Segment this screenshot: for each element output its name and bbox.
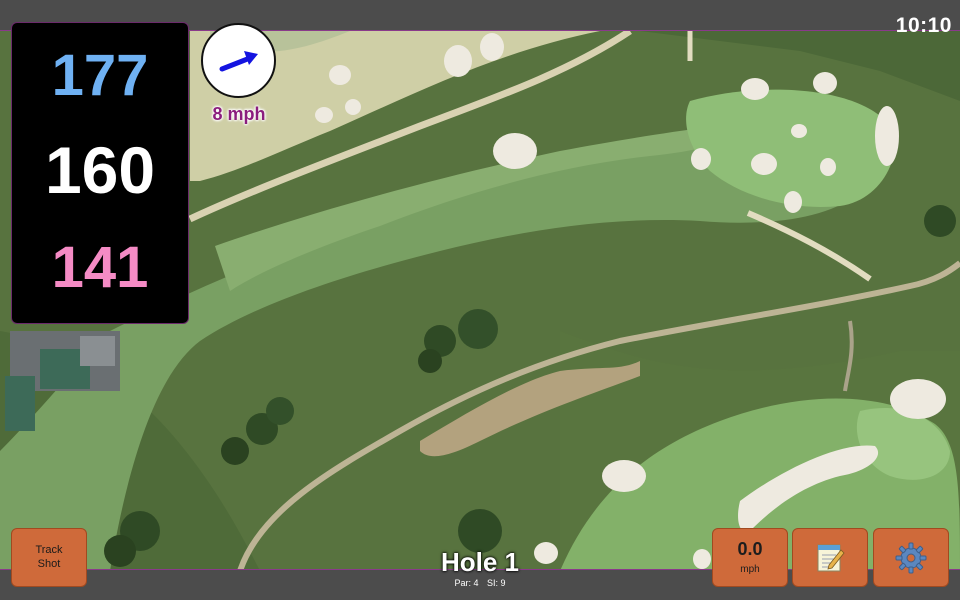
- speed-unit: mph: [740, 564, 760, 575]
- center-distance: 160: [44, 133, 156, 207]
- speed-value: 0.0: [737, 539, 763, 559]
- hole-par: Par: 4: [454, 578, 479, 588]
- notepad-icon: [817, 544, 845, 571]
- speed-button[interactable]: 0.0 mph: [712, 528, 788, 587]
- notes-button[interactable]: [792, 528, 868, 587]
- distance-panel: 177 160 141: [11, 22, 189, 324]
- back-distance: 141: [51, 235, 149, 300]
- wind-direction-arrow-icon: [219, 50, 258, 71]
- track-shot-label-line2: Shot: [37, 557, 61, 570]
- clock-time: 10:10: [895, 14, 952, 37]
- wind-speed-label: 8 mph: [212, 104, 266, 124]
- track-shot-button[interactable]: Track Shot: [11, 528, 87, 587]
- hole-title: Hole 1: [440, 547, 520, 577]
- track-shot-label-line1: Track: [35, 543, 63, 556]
- hole-stroke-index: SI: 9: [487, 578, 506, 588]
- wind-direction-indicator: [201, 23, 276, 98]
- hole-meta: Par: 4 SI: 9: [380, 578, 580, 588]
- gear-icon: [895, 542, 927, 573]
- front-distance: 177: [51, 43, 149, 108]
- settings-button[interactable]: [873, 528, 949, 587]
- golf-gps-screen: 10:10 177 160 141 8 mph Track Shot Hole …: [0, 0, 960, 600]
